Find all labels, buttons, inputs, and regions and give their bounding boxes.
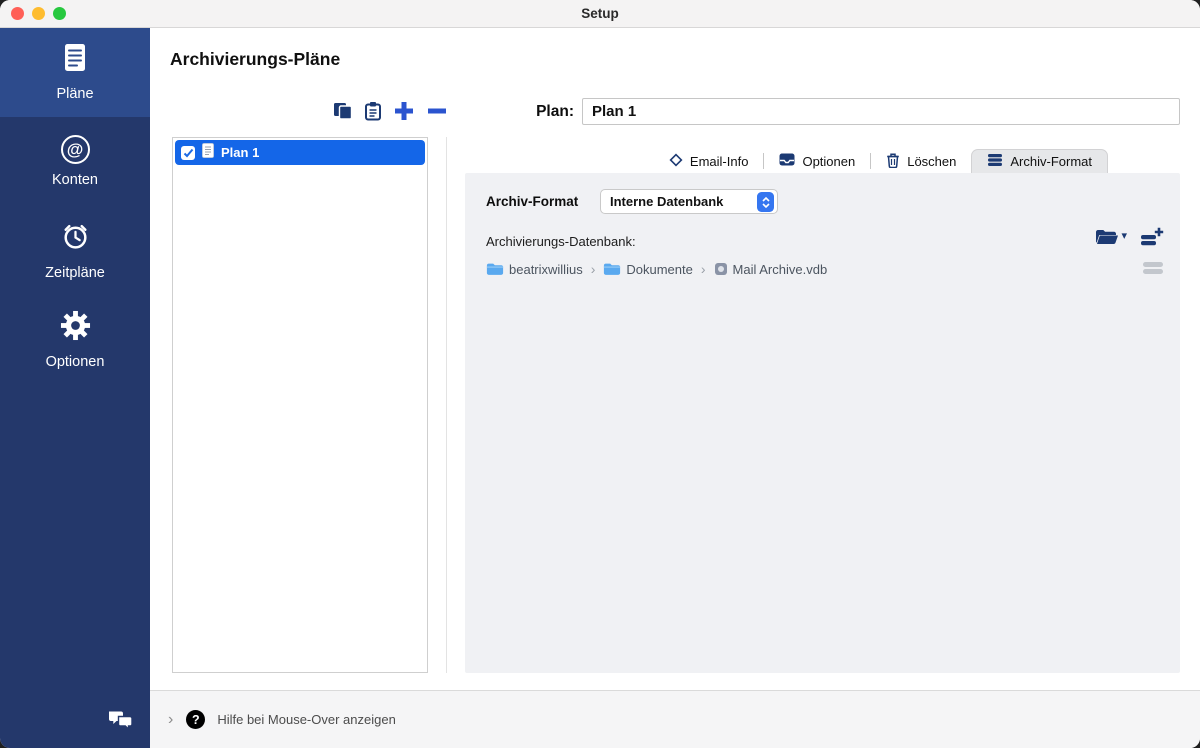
plan-list[interactable]: Plan 1 [172,137,428,673]
sidebar: Pläne @ Konten Zeitpläne Optionen [0,28,150,748]
plan-field-row: Plan: [520,98,1180,125]
folder-icon [604,263,621,275]
tab-label: Löschen [907,153,957,169]
caret-down-icon: ▾ [1121,230,1127,242]
path-separator: › [590,261,596,277]
plan-field-label: Plan: [536,102,574,120]
sidebar-item-label: Konten [52,172,98,188]
tab-archiv-format[interactable]: Archiv-Format [971,149,1108,173]
help-icon: ? [186,710,206,729]
archive-format-value: Interne Datenbank [610,194,724,209]
window-title: Setup [581,6,619,21]
check-icon [183,148,193,157]
titlebar: Setup [0,0,1200,28]
trash-icon [886,152,900,171]
minimize-window-button[interactable] [32,7,45,20]
sidebar-item-plaene[interactable]: Pläne [0,28,150,117]
help-glyph: ? [192,712,200,727]
archive-format-label: Archiv-Format [486,194,579,209]
add-database-button[interactable] [1140,227,1164,246]
help-text: Hilfe bei Mouse-Over anzeigen [217,712,396,727]
disclosure-chevron[interactable]: › [168,711,173,728]
open-folder-icon [1096,229,1119,244]
plan-list-row[interactable]: Plan 1 [175,140,425,165]
database-actions: ▾ [1095,227,1164,246]
archive-format-select[interactable]: Interne Datenbank [600,189,778,214]
tray-icon [779,153,795,169]
path-segment: Mail Archive.vdb [714,261,828,277]
path-separator: › [700,261,706,277]
sidebar-item-label: Pläne [56,86,94,102]
plan-document-icon [202,142,214,163]
plan-checkbox[interactable] [181,145,195,160]
page-title: Archivierungs-Pläne [170,49,341,69]
remove-plan-button[interactable] [426,100,448,122]
archive-database-label: Archivierungs-Datenbank: [486,234,636,249]
folder-icon [486,263,504,275]
tab-label: Archiv-Format [1010,154,1092,169]
sidebar-item-zeitplaene[interactable]: Zeitpläne [0,206,150,295]
duplicate-plan-button[interactable] [364,101,382,121]
panel-divider [446,137,447,673]
sidebar-item-optionen[interactable]: Optionen [0,295,150,384]
sidebar-item-label: Optionen [45,353,105,370]
at-icon: @ [60,135,90,164]
main-content: Archivierungs-Pläne Plan 1 Plan: Plan 1 … [150,28,1200,690]
tab-label: Email-Info [689,153,749,169]
close-window-button[interactable] [11,7,24,20]
tab-email-info[interactable]: Email-Info [654,149,764,173]
popup-stepper-icon [757,192,774,212]
add-plan-button[interactable] [393,100,415,122]
help-footer: › ? Hilfe bei Mouse-Over anzeigen [150,690,1200,748]
sidebar-item-konten[interactable]: @ Konten [0,117,150,206]
diamond-icon [669,152,683,170]
plan-list-row-label: Plan 1 [221,145,260,160]
path-segment-label: Mail Archive.vdb [732,261,828,277]
app-window: Setup Pläne @ Konten Zeitpläne Optionen [0,0,1200,748]
path-segment: beatrixwillius [486,262,583,277]
feedback-chat-icon[interactable] [107,708,134,736]
choose-folder-button[interactable]: ▾ [1095,229,1127,245]
gear-icon [60,310,91,346]
tab-bar: Email-Info Optionen Löschen Archiv-Forma… [654,149,1108,173]
sidebar-item-label: Zeitpläne [45,264,105,281]
path-segment-label: beatrixwillius [509,261,583,277]
tab-optionen[interactable]: Optionen [764,149,870,173]
path-segment: Dokumente [603,261,693,277]
vdb-file-icon [714,263,727,275]
archiv-format-panel: Archiv-Format Interne Datenbank Archivie… [465,173,1180,673]
add-database-icon [1141,227,1164,246]
plan-name-input[interactable] [582,98,1180,125]
database-path: beatrixwillius › Dokumente › Mail Archiv… [486,261,827,277]
zoom-window-button[interactable] [53,7,66,20]
copy-plan-button[interactable] [333,102,353,120]
plan-toolbar [333,99,448,123]
database-icon [987,153,1003,170]
database-disabled-icon [1142,261,1164,280]
tab-loeschen[interactable]: Löschen [871,149,971,173]
tab-label: Optionen [802,153,856,169]
document-icon [62,43,88,78]
path-segment-label: Dokumente [626,261,693,277]
clock-icon [60,221,91,257]
archive-format-row: Archiv-Format Interne Datenbank [486,189,778,214]
traffic-lights [11,7,66,20]
